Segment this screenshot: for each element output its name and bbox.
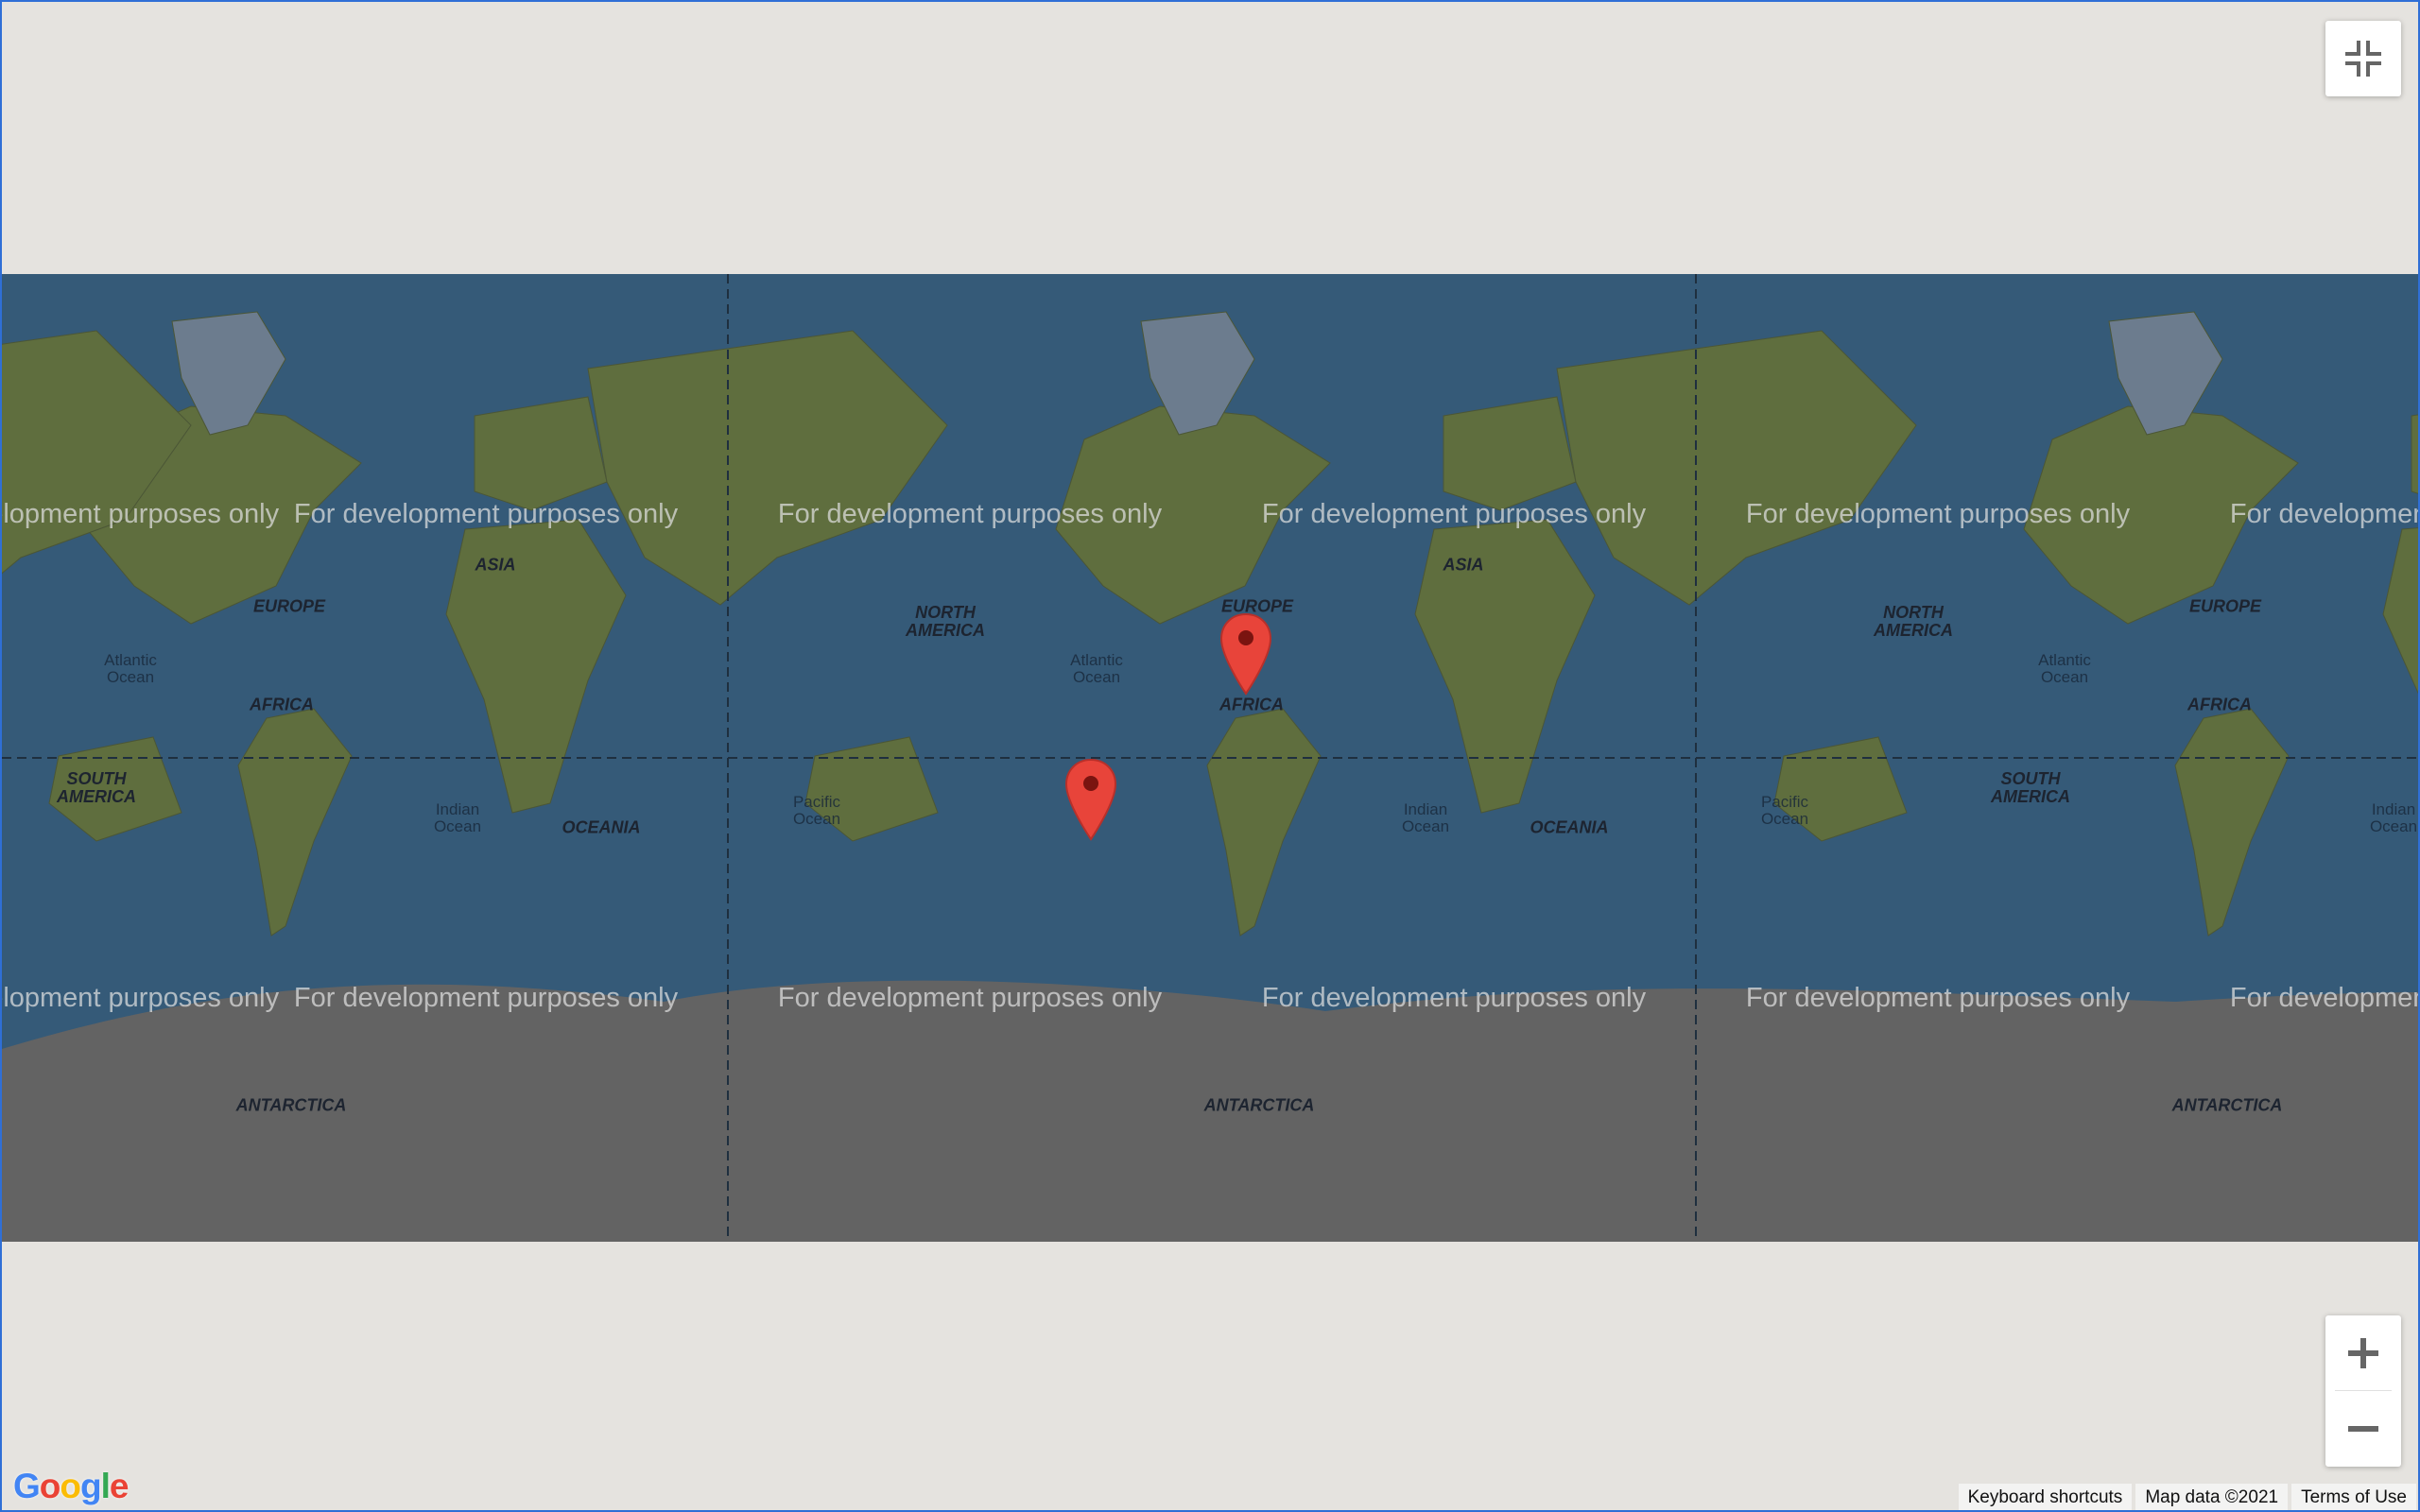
world-copy xyxy=(86,311,948,936)
zoom-control xyxy=(2325,1315,2401,1467)
label-atlantic-ocean: Atlantic Ocean xyxy=(104,651,157,686)
map-marker-icon[interactable] xyxy=(1064,758,1117,841)
watermark: For development purposes only xyxy=(2229,983,2420,1013)
label-asia: ASIA xyxy=(1443,555,1484,575)
label-africa: AFRICA xyxy=(2187,695,2252,714)
label-indian-ocean: Indian Ocean xyxy=(2369,800,2418,835)
zoom-in-button[interactable] xyxy=(2325,1315,2401,1391)
label-oceania: OCEANIA xyxy=(1530,817,1609,837)
watermark: For development purposes only xyxy=(1261,983,1647,1013)
label-europe: EUROPE xyxy=(2188,596,2262,616)
keyboard-shortcuts-link[interactable]: Keyboard shortcuts xyxy=(1958,1484,2133,1510)
label-antarctica: ANTARCTICA xyxy=(2171,1095,2283,1115)
label-indian-ocean: Indian Ocean xyxy=(1401,800,1450,835)
label-africa: AFRICA xyxy=(250,695,314,714)
exit-fullscreen-icon xyxy=(2345,41,2381,77)
watermark: For development purposes only xyxy=(2,983,280,1013)
attribution-bar: Keyboard shortcuts Map data ©2021 Terms … xyxy=(1955,1484,2416,1510)
map-container[interactable]: For development purposes only For develo… xyxy=(0,0,2420,1512)
label-atlantic-ocean: Atlantic Ocean xyxy=(2038,651,2091,686)
label-north-america: NORTH AMERICA xyxy=(906,603,985,640)
watermark: For development purposes only xyxy=(293,983,679,1013)
label-africa: AFRICA xyxy=(1219,695,1284,714)
label-europe: EUROPE xyxy=(252,596,326,616)
terms-of-use-link[interactable]: Terms of Use xyxy=(2291,1484,2416,1510)
watermark: For development purposes only xyxy=(2229,499,2420,529)
label-north-america: NORTH AMERICA xyxy=(1874,603,1953,640)
label-south-america: SOUTH AMERICA xyxy=(1991,769,2070,806)
label-atlantic-ocean: Atlantic Ocean xyxy=(1070,651,1123,686)
label-antarctica: ANTARCTICA xyxy=(235,1095,347,1115)
label-indian-ocean: Indian Ocean xyxy=(433,800,482,835)
watermark: For development purposes only xyxy=(1745,983,2131,1013)
plus-icon xyxy=(2348,1338,2378,1368)
label-pacific-ocean: Pacific Ocean xyxy=(1760,793,1809,828)
exit-fullscreen-button[interactable] xyxy=(2325,21,2401,96)
world-map[interactable]: For development purposes only For develo… xyxy=(2,274,2420,1242)
watermark: For development purposes only xyxy=(777,499,1163,529)
google-logo[interactable]: Google xyxy=(13,1467,129,1506)
watermark: For development purposes only xyxy=(1745,499,2131,529)
map-marker-icon[interactable] xyxy=(1219,612,1272,696)
label-pacific-ocean: Pacific Ocean xyxy=(792,793,841,828)
map-data-text: Map data ©2021 xyxy=(2135,1484,2289,1510)
label-south-america: SOUTH AMERICA xyxy=(57,769,136,806)
watermark: For development purposes only xyxy=(293,499,679,529)
watermark: For development purposes only xyxy=(777,983,1163,1013)
minus-icon xyxy=(2348,1426,2378,1432)
watermark: For development purposes only xyxy=(1261,499,1647,529)
label-oceania: OCEANIA xyxy=(562,817,641,837)
zoom-out-button[interactable] xyxy=(2325,1391,2401,1467)
watermark: For development purposes only xyxy=(2,499,280,529)
label-asia: ASIA xyxy=(475,555,516,575)
label-antarctica: ANTARCTICA xyxy=(1203,1095,1315,1115)
